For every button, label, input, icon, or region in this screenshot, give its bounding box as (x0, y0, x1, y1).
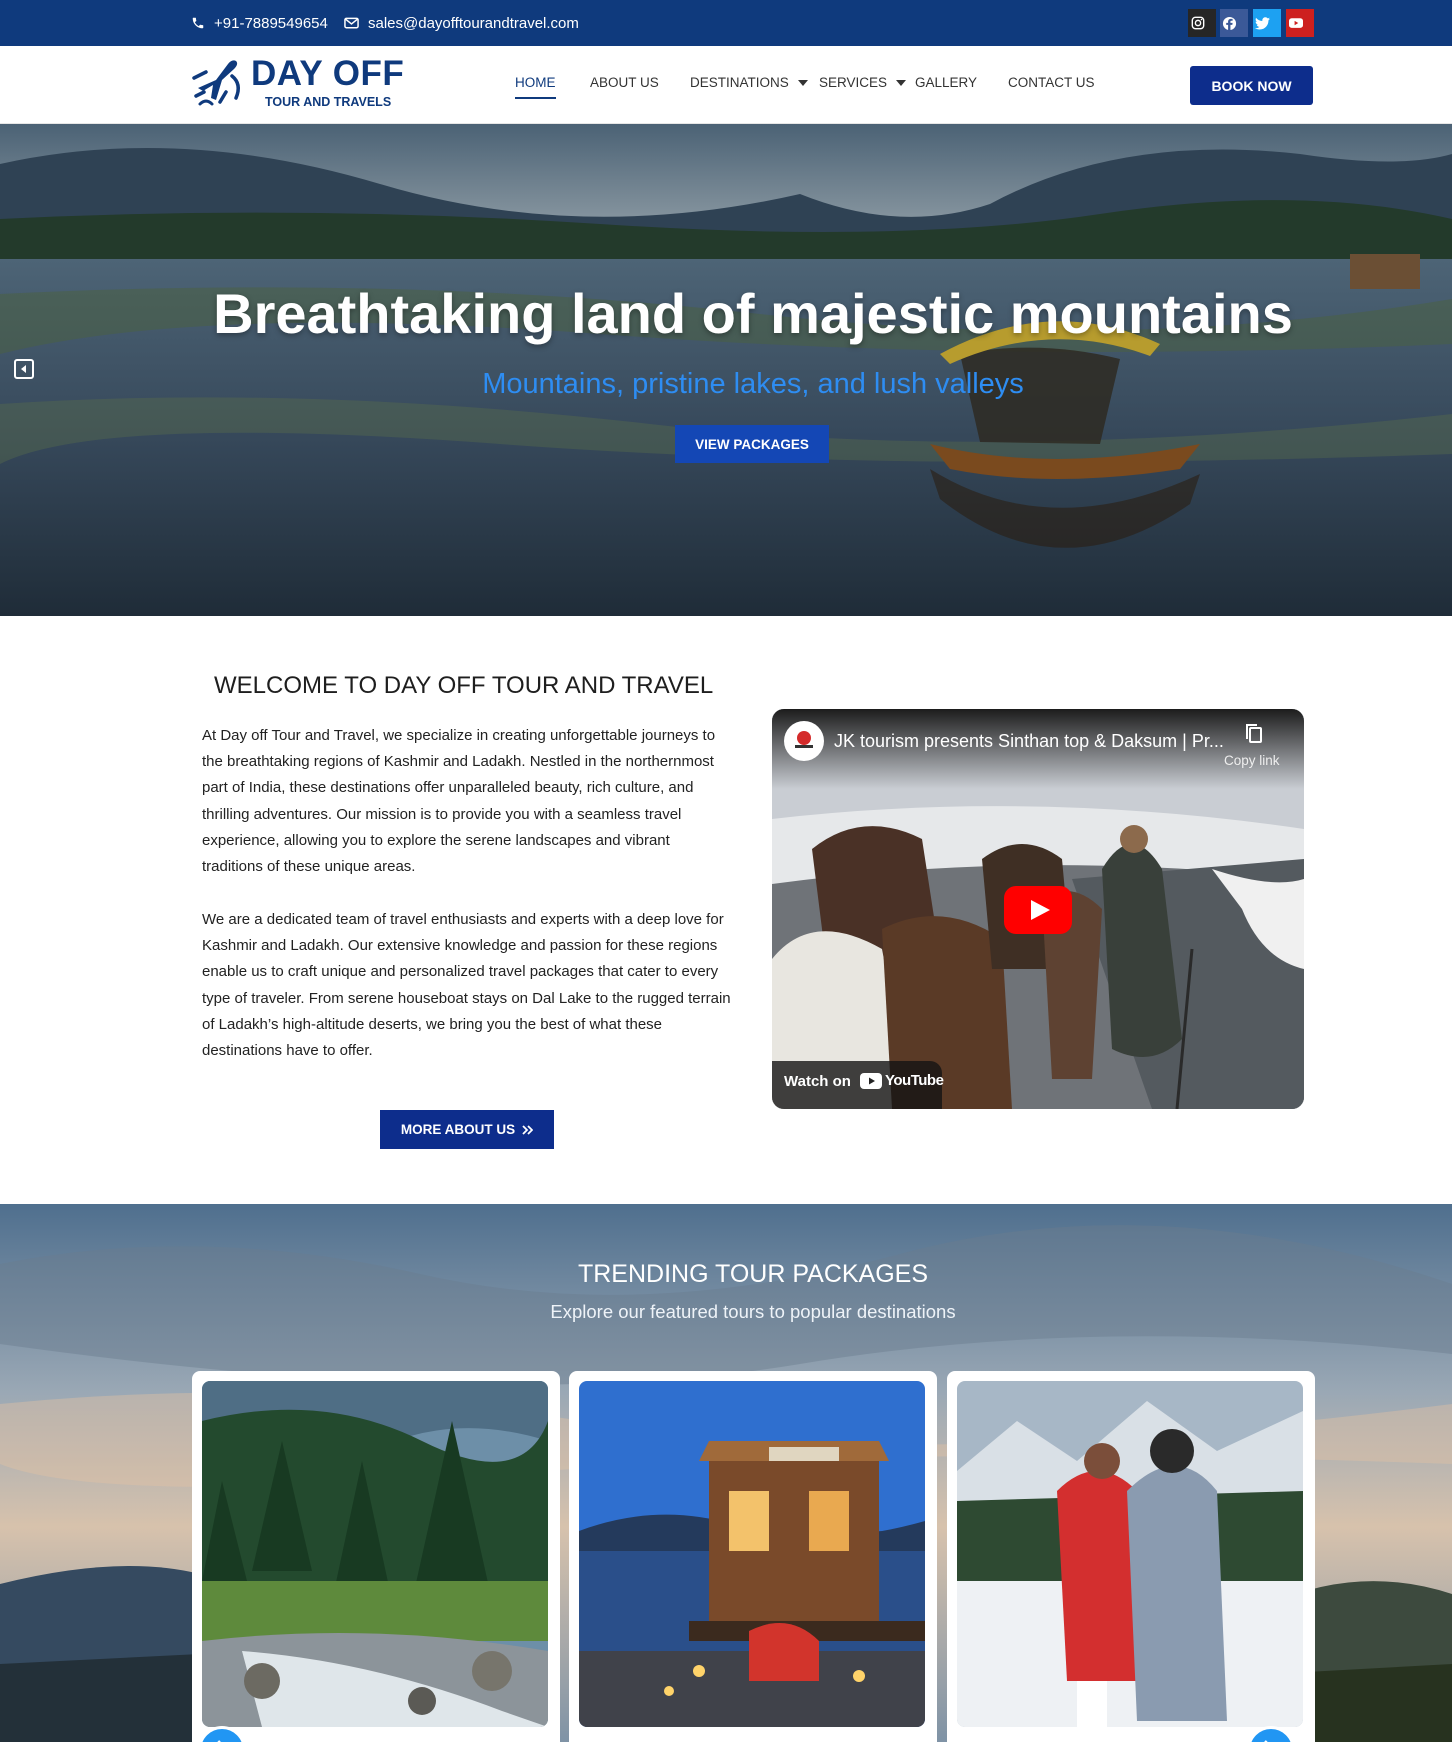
double-chevron-right-icon (522, 1124, 534, 1135)
email-address: sales@dayofftourandtravel.com (368, 14, 579, 32)
channel-avatar[interactable] (784, 721, 824, 761)
welcome-paragraph-2: We are a dedicated team of travel enthus… (202, 911, 731, 1060)
youtube-play-icon (860, 1072, 882, 1089)
more-about-us-button[interactable]: MORE ABOUT US (380, 1110, 554, 1149)
package-image-houseboat (579, 1381, 925, 1727)
hero-subtitle: Mountains, pristine lakes, and lush vall… (482, 368, 1024, 400)
package-card[interactable] (947, 1371, 1315, 1742)
hero-title: Breathtaking land of majestic mountains (213, 282, 1293, 345)
nav-active-underline (515, 97, 556, 99)
instagram-icon[interactable] (1188, 9, 1216, 37)
phone-icon (192, 17, 204, 29)
facebook-icon[interactable] (1220, 9, 1248, 37)
airplane-logo-icon[interactable] (192, 58, 246, 115)
nav-about[interactable]: ABOUT US (590, 75, 659, 90)
logo-subtitle: TOUR AND TRAVELS (265, 95, 392, 109)
youtube-wordmark: YouTube (885, 1072, 944, 1089)
nav-services-label: SERVICES (819, 75, 888, 90)
nav-destinations[interactable]: DESTINATIONS (690, 75, 808, 90)
youtube-logo[interactable]: YouTube (860, 1072, 944, 1089)
trending-title: TRENDING TOUR PACKAGES (577, 1260, 929, 1288)
trending-subtitle: Explore our featured tours to popular de… (550, 1301, 956, 1322)
view-packages-button[interactable]: VIEW PACKAGES (675, 425, 829, 463)
nav-services[interactable]: SERVICES (819, 75, 907, 90)
book-now-button[interactable]: BOOK NOW (1190, 66, 1313, 105)
youtube-video-embed[interactable]: JK tourism presents Sinthan top & Daksum… (772, 709, 1304, 1109)
youtube-icon[interactable] (1286, 9, 1314, 37)
caret-down-icon (896, 79, 907, 86)
card-next-icon[interactable] (1247, 1726, 1295, 1742)
nav-gallery[interactable]: GALLERY (915, 75, 977, 90)
package-card[interactable] (569, 1371, 937, 1742)
phone-link[interactable]: +91-7889549654 (191, 0, 328, 46)
hero-slider: Breathtaking land of majestic mountains … (0, 124, 1452, 616)
envelope-icon (344, 17, 359, 29)
top-contact-bar: +91-7889549654 sales@dayofftourandtravel… (0, 0, 1452, 46)
card-prev-icon[interactable] (198, 1726, 246, 1742)
logo-title[interactable]: DAY OFF (251, 54, 404, 94)
nav-home[interactable]: HOME (515, 75, 556, 90)
video-title[interactable]: JK tourism presents Sinthan top & Daksum… (834, 731, 1234, 752)
welcome-heading: WELCOME TO DAY OFF TOUR AND TRAVEL (214, 672, 714, 699)
package-image-forest-river (202, 1381, 548, 1727)
package-image-snow-couple (957, 1381, 1303, 1727)
copy-link-label[interactable]: Copy link (1224, 753, 1280, 768)
site-header: DAY OFF TOUR AND TRAVELS HOME ABOUT US D… (0, 46, 1452, 124)
caret-down-icon (797, 79, 808, 86)
nav-contact[interactable]: CONTACT US (1008, 75, 1095, 90)
watch-on-label[interactable]: Watch on (784, 1073, 851, 1090)
nav-destinations-label: DESTINATIONS (690, 75, 789, 90)
twitter-icon[interactable] (1253, 9, 1281, 37)
welcome-paragraph-1: At Day off Tour and Travel, we specializ… (202, 727, 716, 876)
more-about-us-label: MORE ABOUT US (400, 1122, 516, 1137)
play-button-icon[interactable] (1004, 886, 1072, 934)
package-card[interactable] (192, 1371, 560, 1742)
email-link[interactable]: sales@dayofftourandtravel.com (344, 0, 579, 46)
copy-link-icon[interactable] (1244, 723, 1264, 750)
trending-packages-section: TRENDING TOUR PACKAGES Explore our featu… (0, 1204, 1452, 1742)
phone-number: +91-7889549654 (214, 14, 328, 32)
